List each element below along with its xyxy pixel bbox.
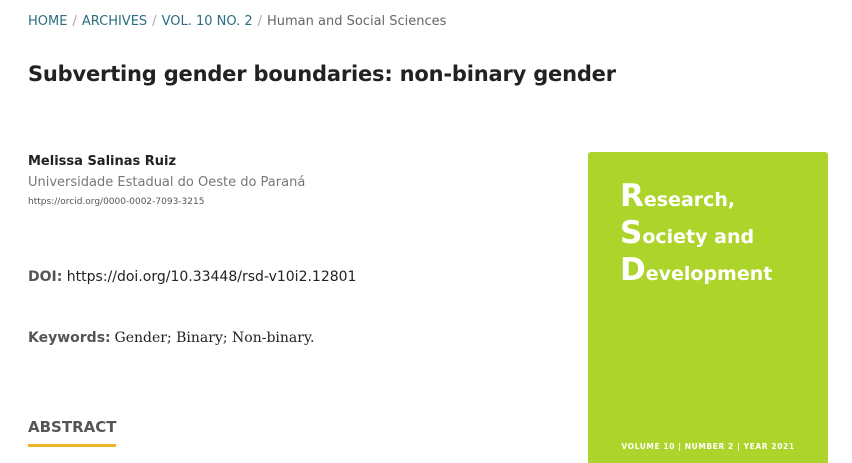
article-page: HOME / ARCHIVES / VOL. 10 NO. 2 / Human and So… bbox=[0, 0, 852, 463]
breadcrumb: HOME / ARCHIVES / VOL. 10 NO. 2 / Human and So… bbox=[28, 14, 446, 29]
cover-journal-title: Research, Society and Development bbox=[620, 180, 772, 291]
author-affiliation: Universidade Estadual do Oeste do Paraná bbox=[28, 175, 306, 190]
cover-title-line: Society and bbox=[620, 215, 755, 251]
breadcrumb-current-section: Human and Social Sciences bbox=[267, 14, 447, 29]
doi-label: DOI: bbox=[28, 269, 63, 285]
breadcrumb-home-link[interactable]: HOME bbox=[28, 14, 67, 29]
doi-link[interactable]: https://doi.org/10.33448/rsd-v10i2.12801 bbox=[67, 269, 357, 285]
journal-cover-image[interactable]: Research, Society and Development VOLUME… bbox=[588, 152, 828, 463]
abstract-heading: ABSTRACT bbox=[28, 418, 117, 447]
cover-title-line: Development bbox=[620, 252, 773, 288]
cover-issue-info: VOLUME 10 | NUMBER 2 | YEAR 2021 bbox=[621, 442, 795, 451]
breadcrumb-separator: / bbox=[72, 14, 77, 29]
breadcrumb-archives-link[interactable]: ARCHIVES bbox=[82, 14, 147, 29]
author-orcid-link[interactable]: https://orcid.org/0000-0002-7093-3215 bbox=[28, 197, 204, 207]
page-title: Subverting gender boundaries: non-binary… bbox=[28, 62, 616, 86]
keywords-row: Keywords: Gender; Binary; Non-binary. bbox=[28, 329, 314, 346]
keywords-value: Gender; Binary; Non-binary. bbox=[114, 330, 315, 346]
author-name: Melissa Salinas Ruiz bbox=[28, 154, 177, 169]
breadcrumb-issue-link[interactable]: VOL. 10 NO. 2 bbox=[162, 14, 253, 29]
keywords-label: Keywords: bbox=[28, 330, 111, 346]
breadcrumb-separator: / bbox=[152, 14, 157, 29]
doi-row: DOI: https://doi.org/10.33448/rsd-v10i2.… bbox=[28, 269, 356, 285]
cover-title-line: Research, bbox=[620, 178, 736, 214]
breadcrumb-separator: / bbox=[257, 14, 262, 29]
